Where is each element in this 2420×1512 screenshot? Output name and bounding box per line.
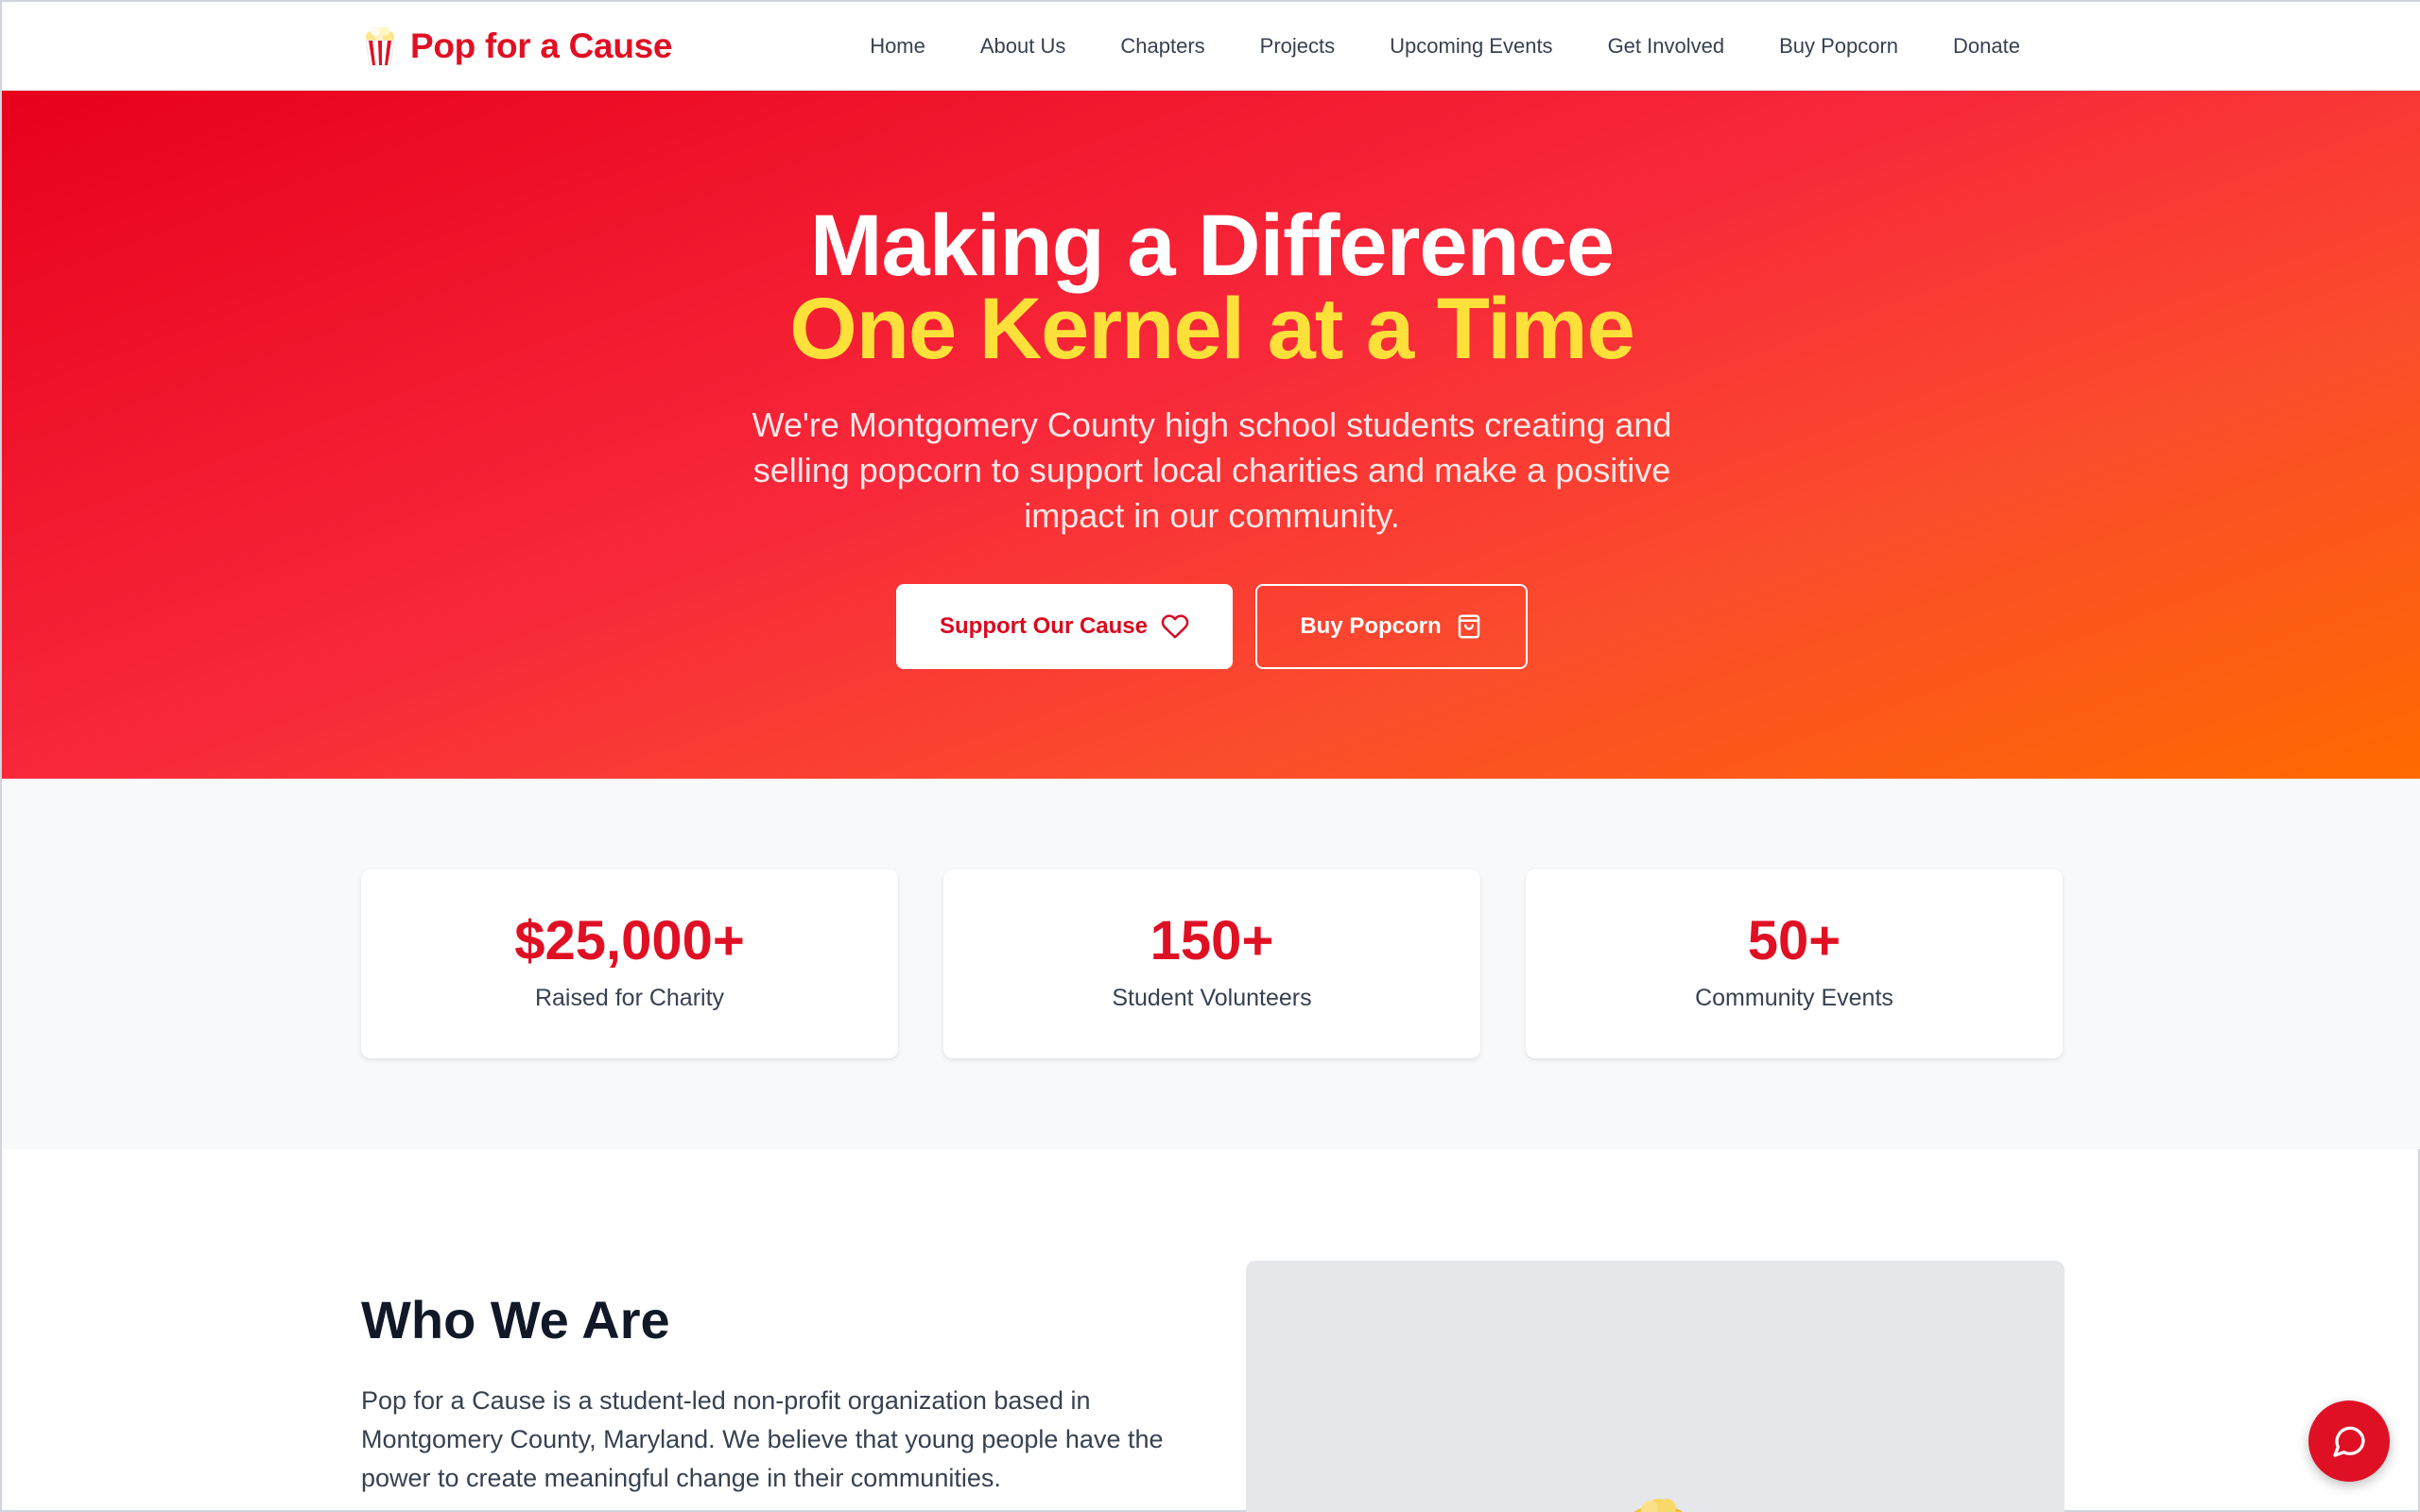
stat-card-raised: $25,000+ Raised for Charity [361,869,898,1058]
nav-upcoming-events[interactable]: Upcoming Events [1362,34,1580,59]
nav-buy-popcorn[interactable]: Buy Popcorn [1752,34,1926,59]
nav-home[interactable]: Home [842,34,953,59]
popcorn-bowl-icon [1634,1499,1683,1512]
stat-value: $25,000+ [514,910,745,971]
stat-value: 150+ [1150,910,1274,971]
support-button-label: Support Our Cause [939,613,1149,639]
who-we-are-text: Pop for a Cause is a student-led non-pro… [361,1386,1164,1492]
buy-popcorn-button[interactable]: Buy Popcorn [1255,584,1528,669]
who-we-are-title: Who We Are [361,1290,670,1349]
stat-label: Student Volunteers [1112,985,1312,1011]
who-we-are-image [1246,1261,2065,1512]
nav-chapters[interactable]: Chapters [1093,34,1232,59]
shopping-bag-icon [1458,614,1479,639]
stat-label: Community Events [1695,985,1893,1011]
nav-get-involved[interactable]: Get Involved [1581,34,1753,59]
heart-icon [1161,614,1189,639]
chat-bubble-icon [2333,1426,2365,1457]
stat-value: 50+ [1747,910,1841,971]
hero-title-accent: One Kernel at a Time [789,281,1635,377]
support-our-cause-button[interactable]: Support Our Cause [896,584,1233,669]
chat-button[interactable] [2308,1400,2390,1482]
buy-popcorn-button-label: Buy Popcorn [1300,613,1442,639]
site-header: Pop for a Cause Home About Us Chapters P… [2,2,2420,91]
hero-subtitle: We're Montgomery County high school stud… [752,405,1672,535]
stat-card-volunteers: 150+ Student Volunteers [943,869,1480,1058]
hero-section: Making a Difference One Kernel at a Time… [2,91,2420,779]
popcorn-icon [365,26,395,66]
stats-section: $25,000+ Raised for Charity 150+ Student… [2,779,2420,1149]
nav-projects[interactable]: Projects [1233,34,1362,59]
stat-label: Raised for Charity [534,985,725,1011]
nav-donate[interactable]: Donate [1926,34,2048,59]
nav-about-us[interactable]: About Us [953,34,1094,59]
brand-logo[interactable]: Pop for a Cause [361,23,672,70]
brand-name: Pop for a Cause [410,26,673,65]
main-nav: Home About Us Chapters Projects Upcoming… [842,2,2048,91]
hero-buttons: Support Our Cause Buy Popcorn [2,584,2420,669]
stat-card-events: 50+ Community Events [1526,869,2063,1058]
